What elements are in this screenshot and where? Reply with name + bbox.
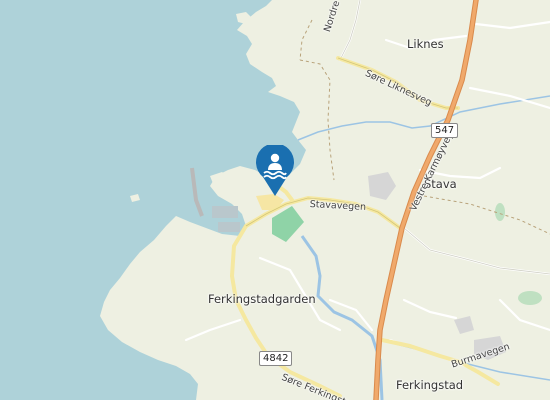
harbour-building (212, 206, 238, 218)
road-shield-4842: 4842 (259, 351, 293, 366)
swimming-icon (256, 143, 294, 196)
road-shield-547: 547 (431, 123, 459, 138)
pond (518, 291, 542, 305)
place-label-ferkingstad: Ferkingstad (396, 378, 464, 392)
place-label-ferkingstadgarden: Ferkingstadgarden (208, 292, 316, 306)
swimming-location-marker[interactable] (255, 143, 295, 197)
place-label-liknes: Liknes (407, 37, 444, 51)
map-view[interactable]: Liknes Stava Ferkingstadgarden Ferkingst… (0, 0, 550, 400)
harbour-building (218, 222, 240, 232)
map-canvas (0, 0, 550, 400)
